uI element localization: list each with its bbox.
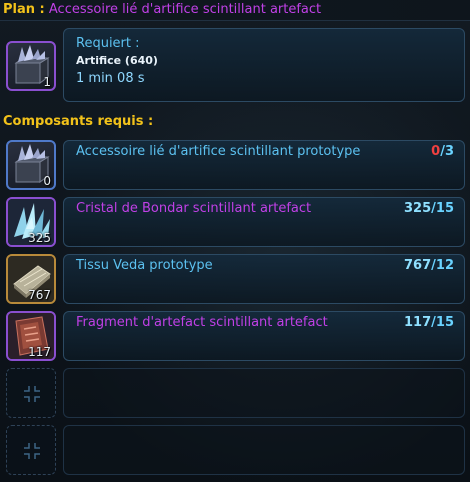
component-slot-3[interactable]: 767 (6, 254, 56, 304)
plan-title-bar: Plan : Accessoire lié d'artifice scintil… (0, 0, 470, 21)
component-quantity: 325/15 (404, 201, 454, 216)
requirement-time: 1 min 08 s (76, 71, 145, 86)
component-panel-1[interactable]: Accessoire lié d'artifice scintillant pr… (63, 140, 465, 190)
empty-slot-1[interactable] (6, 368, 56, 418)
plan-name: Accessoire lié d'artifice scintillant ar… (48, 2, 322, 17)
component-need: /12 (431, 258, 454, 273)
component-slot-1[interactable]: 0 (6, 140, 56, 190)
components-section-label: Composants requis : (3, 114, 154, 129)
component-quantity: 0/3 (431, 144, 454, 159)
empty-component-panel-2 (63, 425, 465, 475)
component-slot-4[interactable]: 117 (6, 311, 56, 361)
empty-slot-2[interactable] (6, 425, 56, 475)
plan-item-count: 1 (43, 75, 51, 89)
component-panel-3[interactable]: Tissu Veda prototype 767/12 (63, 254, 465, 304)
empty-slot-crosshair-icon (24, 386, 40, 402)
component-have: 325 (404, 201, 432, 216)
component-panel-2[interactable]: Cristal de Bondar scintillant artefact 3… (63, 197, 465, 247)
component-count: 117 (28, 345, 51, 359)
component-have: 767 (404, 258, 432, 273)
plan-prefix: Plan : (3, 2, 45, 17)
component-panel-4[interactable]: Fragment d'artefact scintillant artefact… (63, 311, 465, 361)
component-quantity: 117/15 (404, 315, 454, 330)
component-have: 0 (431, 144, 441, 159)
component-need: /3 (440, 144, 454, 159)
component-slot-2[interactable]: 325 (6, 197, 56, 247)
requirement-label: Requiert : (76, 36, 140, 51)
component-name: Cristal de Bondar scintillant artefact (76, 201, 312, 216)
component-count: 325 (28, 231, 51, 245)
requirement-panel: Requiert : Artifice (640) 1 min 08 s (63, 28, 465, 102)
component-name: Accessoire lié d'artifice scintillant pr… (76, 144, 361, 159)
component-name: Fragment d'artefact scintillant artefact (76, 315, 328, 330)
component-count: 767 (28, 288, 51, 302)
component-quantity: 767/12 (404, 258, 454, 273)
component-need: /15 (431, 315, 454, 330)
plan-item-slot[interactable]: 1 (6, 41, 56, 91)
empty-slot-crosshair-icon (24, 443, 40, 459)
component-have: 117 (404, 315, 432, 330)
requirement-skill: Artifice (640) (76, 54, 158, 67)
empty-component-panel-1 (63, 368, 465, 418)
component-need: /15 (431, 201, 454, 216)
component-count: 0 (43, 174, 51, 188)
component-name: Tissu Veda prototype (76, 258, 213, 273)
